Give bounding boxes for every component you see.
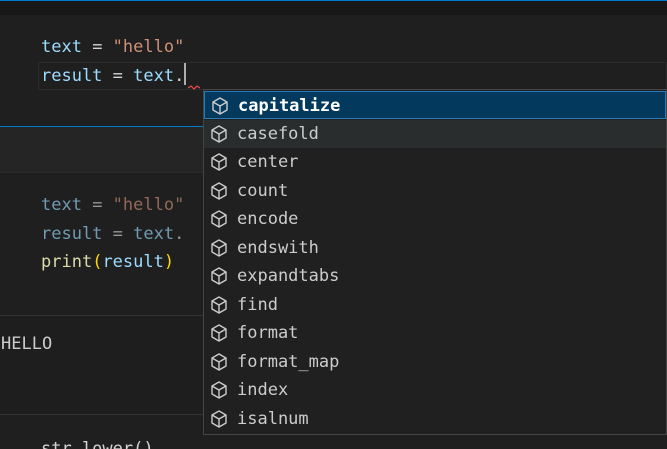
cube-icon bbox=[211, 295, 227, 314]
code-token-operator: = bbox=[102, 66, 134, 86]
code-token-operator: = bbox=[102, 224, 134, 244]
autocomplete-suggestion-list[interactable]: capitalize casefold center count encode endsw… bbox=[203, 89, 667, 435]
code-line-2[interactable]: result = text. bbox=[41, 62, 187, 90]
cube-icon bbox=[211, 324, 227, 342]
suggestion-item-find[interactable]: find bbox=[204, 291, 666, 319]
suggestion-item-casefold[interactable]: casefold bbox=[204, 119, 666, 148]
code-token-variable: result bbox=[41, 66, 103, 86]
cube-icon bbox=[211, 124, 227, 143]
suggestion-item-format[interactable]: format bbox=[204, 319, 666, 347]
code-token-partial: str.lower() bbox=[41, 439, 154, 449]
cube-icon bbox=[211, 381, 227, 399]
code-token-bracket: ( bbox=[92, 252, 103, 272]
code-line-1[interactable]: text = "hello" bbox=[41, 191, 184, 219]
cube-icon bbox=[212, 97, 228, 115]
suggestion-item-capitalize[interactable]: capitalize bbox=[204, 91, 666, 119]
suggestion-item-format-map[interactable]: format_map bbox=[204, 348, 666, 376]
suggestion-item-index[interactable]: index bbox=[204, 376, 666, 404]
cube-icon bbox=[211, 153, 227, 171]
text-cursor bbox=[184, 63, 187, 85]
suggestion-item-isalnum[interactable]: isalnum bbox=[204, 405, 666, 433]
suggestion-item-center[interactable]: center bbox=[204, 148, 666, 176]
suggestion-item-encode[interactable]: encode bbox=[204, 205, 666, 233]
suggestion-item-count[interactable]: count bbox=[204, 177, 666, 205]
code-line-3[interactable]: print(result) bbox=[41, 248, 174, 276]
code-token-dot: . bbox=[174, 224, 185, 244]
code-token-string: "hello" bbox=[112, 195, 185, 215]
cube-icon bbox=[211, 267, 227, 285]
code-token-object: text bbox=[133, 66, 175, 86]
suggestion-item-expandtabs[interactable]: expandtabs bbox=[204, 262, 666, 290]
code-token-bracket: ) bbox=[163, 252, 175, 272]
cube-icon bbox=[211, 352, 227, 371]
code-token-variable: result bbox=[41, 224, 103, 244]
suggestion-label: format bbox=[237, 323, 299, 343]
code-token-variable: text bbox=[41, 195, 82, 215]
suggestion-label: casefold bbox=[237, 123, 319, 144]
code-token-operator: = bbox=[81, 195, 113, 215]
suggestion-label: count bbox=[237, 180, 289, 201]
suggestion-item-endswith[interactable]: endswith bbox=[204, 234, 666, 262]
cube-icon bbox=[211, 409, 227, 428]
suggestion-label: find bbox=[237, 294, 278, 315]
suggestion-label: format_map bbox=[237, 351, 340, 372]
code-token-string: "hello" bbox=[112, 37, 185, 57]
error-squiggle-icon bbox=[188, 85, 200, 90]
notebook-editor: text = "hello" result = text. text = "he… bbox=[0, 0, 667, 449]
code-line-1[interactable]: text = "hello" bbox=[41, 33, 184, 61]
suggestion-label: isalnum bbox=[237, 408, 309, 429]
code-token-variable: text bbox=[41, 37, 82, 57]
code-line-2[interactable]: result = text. bbox=[41, 220, 184, 248]
code-token-function: print bbox=[41, 252, 93, 272]
suggestion-label: expandtabs bbox=[237, 266, 340, 286]
suggestion-label: endswith bbox=[237, 237, 319, 258]
code-token-dot: . bbox=[174, 66, 185, 86]
cube-icon bbox=[211, 238, 227, 257]
suggestion-label: index bbox=[237, 380, 289, 400]
code-token-variable: result bbox=[102, 252, 164, 272]
code-token-object: text bbox=[133, 224, 175, 244]
cell-toolbar-strip bbox=[0, 1, 667, 15]
code-line-1[interactable]: str.lower() bbox=[41, 435, 154, 449]
suggestion-label: center bbox=[237, 152, 299, 172]
suggestion-label: capitalize bbox=[238, 96, 341, 116]
output-text: HELLO bbox=[1, 334, 53, 354]
code-token-operator: = bbox=[81, 37, 113, 57]
cube-icon bbox=[211, 210, 227, 228]
cube-icon bbox=[211, 181, 227, 200]
suggestion-label: encode bbox=[237, 209, 299, 229]
